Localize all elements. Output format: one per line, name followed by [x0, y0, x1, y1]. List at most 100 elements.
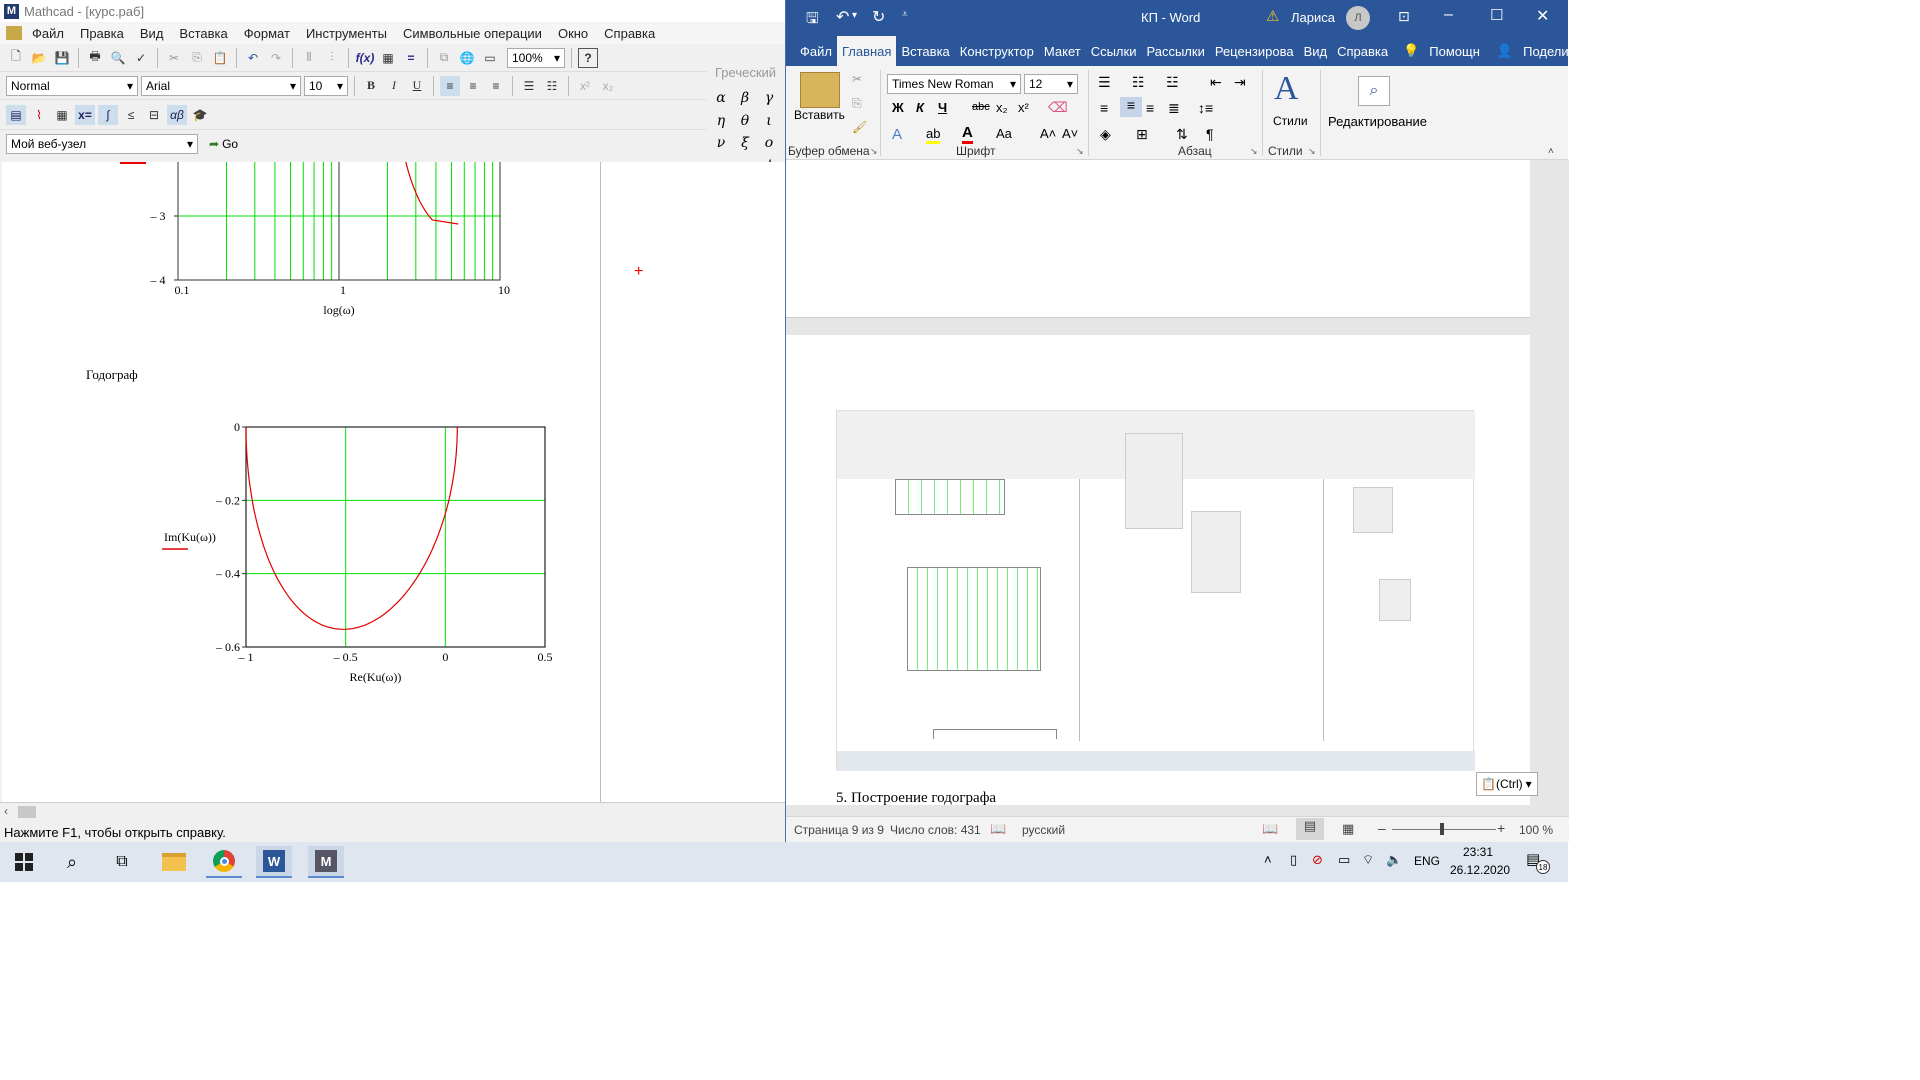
undo-icon[interactable]: ↶ — [243, 48, 263, 68]
text-effects-icon[interactable]: A — [892, 126, 902, 143]
tab-home[interactable]: Главная — [836, 36, 897, 66]
undo-dropdown-icon[interactable]: ▾ — [852, 10, 857, 21]
redo-icon[interactable]: ↻ — [872, 7, 885, 27]
print-preview-icon[interactable]: 🔍 — [108, 48, 128, 68]
align-center-icon[interactable]: ≡ — [1120, 97, 1142, 117]
zoom-out-icon[interactable]: – — [1378, 820, 1386, 836]
zoom-select[interactable]: 100% ▾ — [507, 47, 565, 68]
resource-center-icon[interactable]: 🌐 — [457, 48, 477, 68]
zoom-level[interactable]: 100 % — [1519, 823, 1553, 837]
programming-toolbar-icon[interactable]: ⊟ — [144, 105, 164, 125]
redo-icon[interactable]: ↷ — [266, 48, 286, 68]
style-select[interactable]: Normal ▾ — [6, 75, 138, 96]
undo-icon[interactable]: ↶ — [836, 7, 849, 27]
clipboard-launcher-icon[interactable]: ↘ — [870, 146, 878, 157]
multilevel-list-icon[interactable]: ☳ — [1166, 74, 1179, 91]
zoom-in-icon[interactable]: + — [1497, 820, 1505, 836]
document-heading[interactable]: 5. Построение годографа — [836, 790, 996, 807]
tab-mailings[interactable]: Рассылки — [1141, 36, 1209, 66]
font-color-icon[interactable]: A — [962, 124, 973, 144]
status-page[interactable]: Страница 9 из 9 — [794, 823, 884, 837]
paste-icon[interactable]: 📋 — [210, 48, 230, 68]
customize-toolbar-icon[interactable]: ⩡ — [902, 9, 908, 20]
align-right-icon[interactable]: ≡ — [1146, 100, 1154, 116]
scroll-left-icon[interactable]: ‹ — [4, 804, 8, 818]
superscript-icon[interactable]: x² — [575, 76, 595, 96]
sort-icon[interactable]: ⇅ — [1176, 126, 1188, 143]
notifications-button[interactable]: ▤ 18 — [1526, 850, 1550, 874]
word-app-icon[interactable]: W — [256, 846, 292, 878]
symbolic-toolbar-icon[interactable]: 🎓 — [190, 105, 210, 125]
font-select[interactable]: Arial ▾ — [141, 75, 301, 96]
superscript-icon[interactable]: x² — [1018, 100, 1029, 115]
tab-view[interactable]: Вид — [1299, 36, 1333, 66]
language-indicator[interactable]: ENG — [1414, 854, 1440, 868]
task-view-icon[interactable]: ⧉ — [104, 846, 140, 878]
subscript-icon[interactable]: x₂ — [598, 76, 618, 96]
bold-icon[interactable]: Ж — [892, 100, 904, 115]
line-spacing-icon[interactable]: ↕≡ — [1198, 100, 1213, 116]
insert-component-icon[interactable]: ⧉ — [434, 48, 454, 68]
clock-date[interactable]: 26.12.2020 — [1450, 863, 1510, 877]
menu-file[interactable]: Файл — [24, 26, 72, 41]
menu-edit[interactable]: Правка — [72, 26, 132, 41]
minimize-icon[interactable]: – — [1444, 6, 1453, 24]
graph-toolbar-icon[interactable]: ⌇ — [29, 105, 49, 125]
spellcheck-icon[interactable]: ✓ — [131, 48, 151, 68]
font-size-select[interactable]: 12 ▾ — [1024, 74, 1078, 94]
styles-launcher-icon[interactable]: ↘ — [1308, 146, 1316, 157]
copy-icon[interactable]: ⎘ — [187, 48, 207, 68]
change-case-icon[interactable]: Aa — [996, 126, 1012, 141]
clock-time[interactable]: 23:31 — [1463, 845, 1493, 859]
size-select[interactable]: 10 ▾ — [304, 75, 348, 96]
matrix-toolbar-icon[interactable]: ▦ — [52, 105, 72, 125]
menu-help[interactable]: Справка — [596, 26, 663, 41]
shading-icon[interactable]: ◈ — [1100, 126, 1111, 143]
editing-button[interactable]: Редактирование — [1328, 114, 1427, 129]
avatar[interactable]: Л — [1346, 6, 1370, 30]
calculus-toolbar-icon[interactable]: ∫ — [98, 104, 118, 125]
window-icon[interactable]: ▭ — [480, 48, 500, 68]
embedded-screenshot[interactable] — [836, 410, 1475, 771]
go-button[interactable]: ➦ Go — [209, 137, 238, 151]
save-icon[interactable]: 🖫 — [806, 8, 819, 33]
cut-icon[interactable]: ✂ — [164, 48, 184, 68]
menu-view[interactable]: Вид — [132, 26, 172, 41]
bullets-icon[interactable]: ☰ — [1098, 74, 1111, 91]
paragraph-launcher-icon[interactable]: ↘ — [1250, 146, 1258, 157]
start-button[interactable] — [6, 846, 42, 878]
tab-insert[interactable]: Вставка — [896, 36, 954, 66]
document-icon[interactable] — [6, 26, 22, 40]
document-page[interactable]: 5. Построение годографа — [786, 335, 1530, 807]
menu-format[interactable]: Формат — [236, 26, 298, 41]
status-language[interactable]: русский — [1022, 823, 1065, 837]
greek-letter-button[interactable]: ξ — [733, 132, 757, 155]
chrome-app-icon[interactable] — [206, 846, 242, 878]
boolean-toolbar-icon[interactable]: ≤ — [121, 105, 141, 125]
bold-icon[interactable]: B — [361, 76, 381, 96]
calculator-toolbar-icon[interactable]: ▤ — [6, 104, 26, 125]
tab-layout[interactable]: Макет — [1039, 36, 1086, 66]
web-select[interactable]: Мой веб-узел ▾ — [6, 134, 198, 154]
underline-icon[interactable]: U — [407, 76, 427, 96]
scroll-thumb[interactable] — [18, 806, 36, 818]
tray-expand-icon[interactable]: ˄ — [1264, 852, 1272, 867]
maximize-icon[interactable]: ☐ — [1490, 6, 1503, 24]
italic-icon[interactable]: I — [384, 76, 404, 96]
plot-hodograph[interactable]: 0 – 0.2 – 0.4 – 0.6– 1 – 0.5 0 0.5 Re(Ku(ω)) Im(… — [152, 417, 572, 697]
copy-icon[interactable]: ⎘ — [852, 96, 862, 111]
align-left-icon[interactable]: ≡ — [1100, 100, 1108, 116]
plot-amplitude[interactable]: – 3 – 4 0.1 1 10 log(ω) — [142, 162, 532, 322]
font-name-select[interactable]: Times New Roman ▾ — [887, 74, 1021, 94]
grow-font-icon[interactable]: A˄ — [1040, 126, 1056, 141]
tab-share[interactable]: Поделиться — [1518, 36, 1600, 66]
greek-letter-button[interactable]: ο — [757, 132, 781, 155]
greek-toolbar-icon[interactable]: αβ — [167, 104, 187, 125]
menu-insert[interactable]: Вставка — [171, 26, 235, 41]
close-icon[interactable]: ✕ — [1536, 6, 1549, 26]
tab-design[interactable]: Конструктор — [955, 36, 1039, 66]
zoom-slider-thumb[interactable] — [1440, 823, 1444, 835]
font-launcher-icon[interactable]: ↘ — [1076, 146, 1084, 157]
user-name[interactable]: Лариса — [1291, 10, 1335, 25]
styles-icon[interactable]: A — [1274, 70, 1299, 108]
